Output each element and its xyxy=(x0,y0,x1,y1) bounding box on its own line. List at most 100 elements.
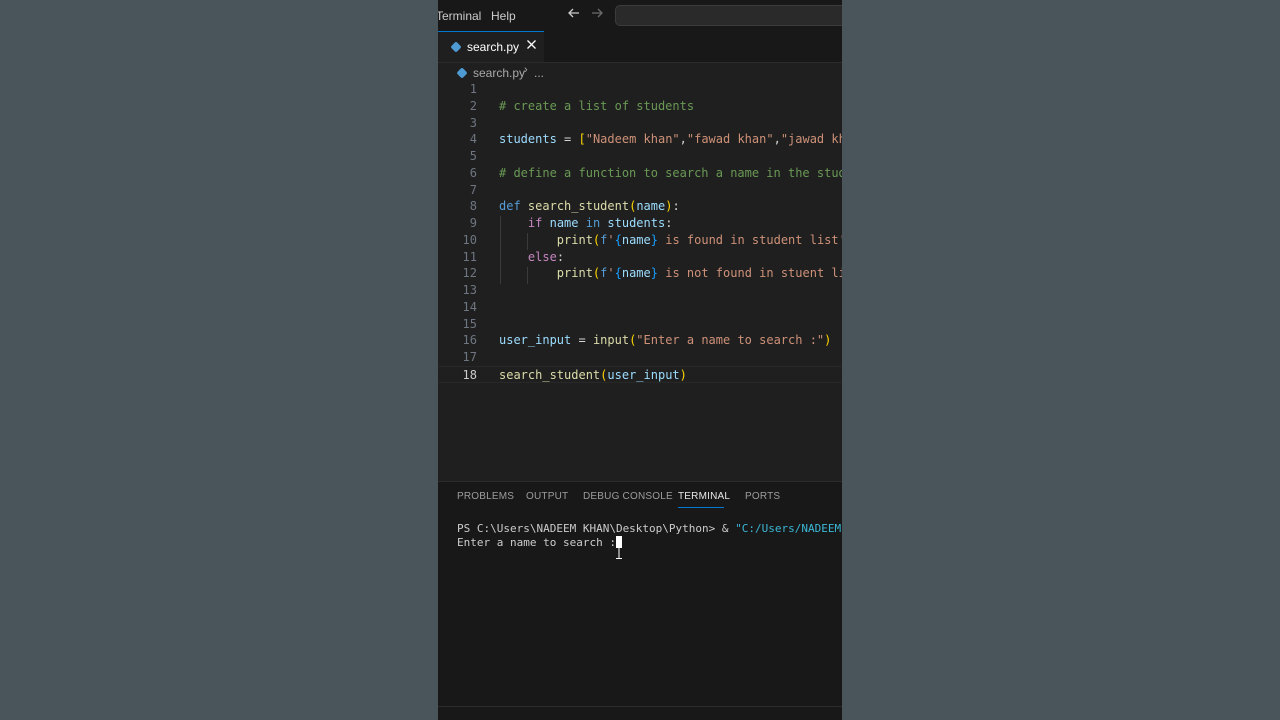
code-token: # define a function to search a name in … xyxy=(499,165,842,180)
code-line[interactable]: 3 xyxy=(438,115,842,132)
code-token: { xyxy=(614,266,622,281)
code-token: search_student xyxy=(499,367,601,382)
terminal-output: Enter a name to search : xyxy=(457,536,616,549)
code-token: , xyxy=(679,132,687,147)
tab-problems[interactable]: PROBLEMS xyxy=(457,491,514,502)
line-number: 15 xyxy=(462,316,477,331)
code-token: user_input xyxy=(607,367,680,382)
terminal-output-line[interactable]: Enter a name to search : xyxy=(457,536,622,549)
breadcrumb-file[interactable]: search.py xyxy=(473,66,525,80)
code-editor[interactable]: 1 2 # create a list of students 3 4 students … xyxy=(438,80,842,480)
active-tab-indicator xyxy=(678,507,724,508)
code-token: "jawad khan" xyxy=(780,132,842,147)
tab-debug-console[interactable]: DEBUG CONSOLE xyxy=(583,491,673,502)
code-line[interactable]: 1 xyxy=(438,81,842,98)
tab-ports[interactable]: PORTS xyxy=(745,491,780,502)
editor-tab-bar: search.py xyxy=(438,31,842,63)
code-line[interactable]: 4 students = ["Nadeem khan","fawad khan",… xyxy=(438,131,842,148)
python-file-icon xyxy=(450,41,462,53)
code-token: = xyxy=(571,333,593,348)
code-text: user_input = input("Enter a name to sear… xyxy=(499,332,831,349)
tab-search-py[interactable]: search.py xyxy=(438,31,544,62)
menu-help[interactable]: Help xyxy=(491,9,516,23)
right-backdrop xyxy=(842,0,1280,720)
code-token: print xyxy=(556,266,593,281)
arrow-left-icon[interactable] xyxy=(567,6,581,23)
line-number: 9 xyxy=(469,216,477,230)
code-text: students = ["Nadeem khan","fawad khan","… xyxy=(499,131,842,148)
code-line[interactable]: 13 xyxy=(438,282,842,299)
code-line[interactable]: 8 def search_student(name): xyxy=(438,198,842,215)
code-token: search_student xyxy=(527,199,630,214)
code-line[interactable]: 10 print(f'{name} is found in student li… xyxy=(438,232,842,249)
terminal-command-line: PS C:\Users\NADEEM KHAN\Desktop\Python> … xyxy=(457,522,842,535)
code-token: , xyxy=(773,132,781,147)
code-token: if xyxy=(527,216,543,230)
line-number: 18 xyxy=(462,367,477,382)
line-number: 6 xyxy=(469,165,477,180)
code-line[interactable]: 17 xyxy=(438,349,842,366)
code-token: input xyxy=(592,333,630,348)
code-line[interactable]: 9 if name in students: xyxy=(438,215,842,232)
code-text: def search_student(name): xyxy=(499,198,680,215)
code-token: user_input xyxy=(499,333,572,348)
code-token: ) xyxy=(679,367,687,382)
code-token: def xyxy=(499,199,521,214)
code-token: name xyxy=(549,216,579,230)
command-center-search[interactable] xyxy=(615,5,842,26)
python-file-icon xyxy=(456,67,468,79)
code-token: : xyxy=(556,249,565,264)
chevron-right-icon: › xyxy=(524,64,528,76)
arrow-right-icon[interactable] xyxy=(590,6,604,23)
line-number: 2 xyxy=(469,98,477,113)
code-line[interactable]: 5 xyxy=(438,148,842,165)
code-token: name xyxy=(636,199,666,214)
code-token: [ xyxy=(578,132,586,147)
code-line[interactable]: 6 # define a function to search a name in… xyxy=(438,165,842,182)
code-token: # create a list of students xyxy=(499,98,695,113)
line-number: 11 xyxy=(462,249,477,264)
code-text: search_student(user_input) xyxy=(499,367,687,384)
text-cursor-icon xyxy=(616,544,622,559)
code-token: ' xyxy=(607,266,615,281)
code-token: students xyxy=(607,216,666,230)
code-token: "Enter a name to search :" xyxy=(636,333,825,348)
terminal-prompt: PS C:\Users\NADEEM KHAN\Desktop\Python> … xyxy=(457,522,736,535)
code-line[interactable]: 14 xyxy=(438,299,842,316)
tab-terminal[interactable]: TERMINAL xyxy=(678,491,730,502)
code-token: print xyxy=(556,232,593,247)
code-token: } xyxy=(650,266,658,281)
left-backdrop xyxy=(0,0,438,720)
bottom-panel: PROBLEMS OUTPUT DEBUG CONSOLE TERMINAL P… xyxy=(438,481,842,707)
code-line[interactable]: 18 search_student(user_input) xyxy=(438,365,842,384)
code-token: "Nadeem khan" xyxy=(585,132,680,147)
tab-output[interactable]: OUTPUT xyxy=(526,491,568,502)
line-number: 17 xyxy=(462,350,477,364)
code-token: = xyxy=(556,132,579,147)
code-token: name xyxy=(621,232,651,247)
line-number: 10 xyxy=(462,232,477,247)
code-line[interactable]: 12 print(f'{name} is not found in stuent… xyxy=(438,265,842,282)
code-text: else: xyxy=(499,249,564,266)
close-icon[interactable] xyxy=(526,38,537,53)
code-line[interactable]: 16 user_input = input("Enter a name to se… xyxy=(438,332,842,349)
code-token: "fawad khan" xyxy=(686,132,774,147)
code-text: print(f'{name} is found in student list'… xyxy=(499,232,842,249)
code-token: : xyxy=(672,199,680,214)
menu-terminal[interactable]: Terminal xyxy=(438,9,481,23)
breadcrumb-symbols[interactable]: ... xyxy=(534,66,544,80)
code-line[interactable]: 11 else: xyxy=(438,249,842,266)
line-number: 12 xyxy=(462,266,477,281)
code-token: ' xyxy=(607,232,615,247)
code-line[interactable]: 15 xyxy=(438,316,842,333)
line-number: 13 xyxy=(462,283,477,297)
code-token: else xyxy=(527,249,557,264)
code-line[interactable]: 2 # create a list of students xyxy=(438,98,842,115)
code-token: is not found in stuent list. xyxy=(665,266,842,281)
code-line[interactable]: 7 xyxy=(438,182,842,199)
code-token: } xyxy=(650,232,658,247)
code-token: students xyxy=(499,132,557,147)
